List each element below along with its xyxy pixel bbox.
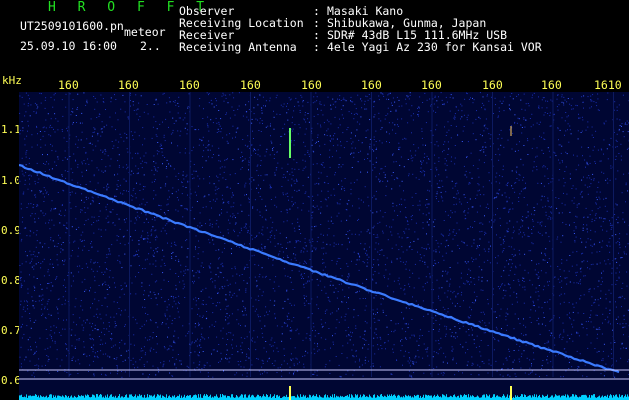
x-tick: 160 xyxy=(421,78,442,92)
x-tick: 1610 xyxy=(594,78,622,92)
signal-trace xyxy=(19,163,620,374)
x-tick: 160 xyxy=(240,78,261,92)
grid-lines xyxy=(68,92,614,377)
y-tick: 0.9 xyxy=(1,224,21,237)
y-unit-label: kHz xyxy=(2,74,22,87)
y-tick: 0.6 xyxy=(1,374,21,387)
spectrogram-canvas xyxy=(19,92,629,400)
page-indicator: 2.. xyxy=(140,39,161,53)
datetime: 25.09.10 16:00 xyxy=(20,39,117,53)
y-tick: 1.0 xyxy=(1,174,21,187)
y-tick: 0.8 xyxy=(1,274,21,287)
spectrogram-plot xyxy=(19,92,629,400)
x-tick: 160 xyxy=(301,78,322,92)
level-baseline xyxy=(19,394,629,400)
x-tick: 160 xyxy=(179,78,200,92)
y-tick: 0.7 xyxy=(1,324,21,337)
filename: UT2509101600.pn xyxy=(20,19,124,33)
x-tick: 160 xyxy=(482,78,503,92)
y-tick: 1.1 xyxy=(1,123,21,136)
field-label-antenna: Receiving Antenna xyxy=(179,40,297,54)
noise-field xyxy=(19,92,629,378)
header-panel: H R O F F T UT2509101600.pn meteor 25.09… xyxy=(0,0,629,72)
x-tick: 160 xyxy=(361,78,382,92)
field-value-antenna: 4ele Yagi Az 230 for Kansai VOR xyxy=(327,40,542,54)
mode-label: meteor xyxy=(124,25,166,39)
x-tick: 160 xyxy=(58,78,79,92)
x-tick: 160 xyxy=(118,78,139,92)
field-sep: : xyxy=(313,40,320,54)
x-tick: 160 xyxy=(541,78,562,92)
